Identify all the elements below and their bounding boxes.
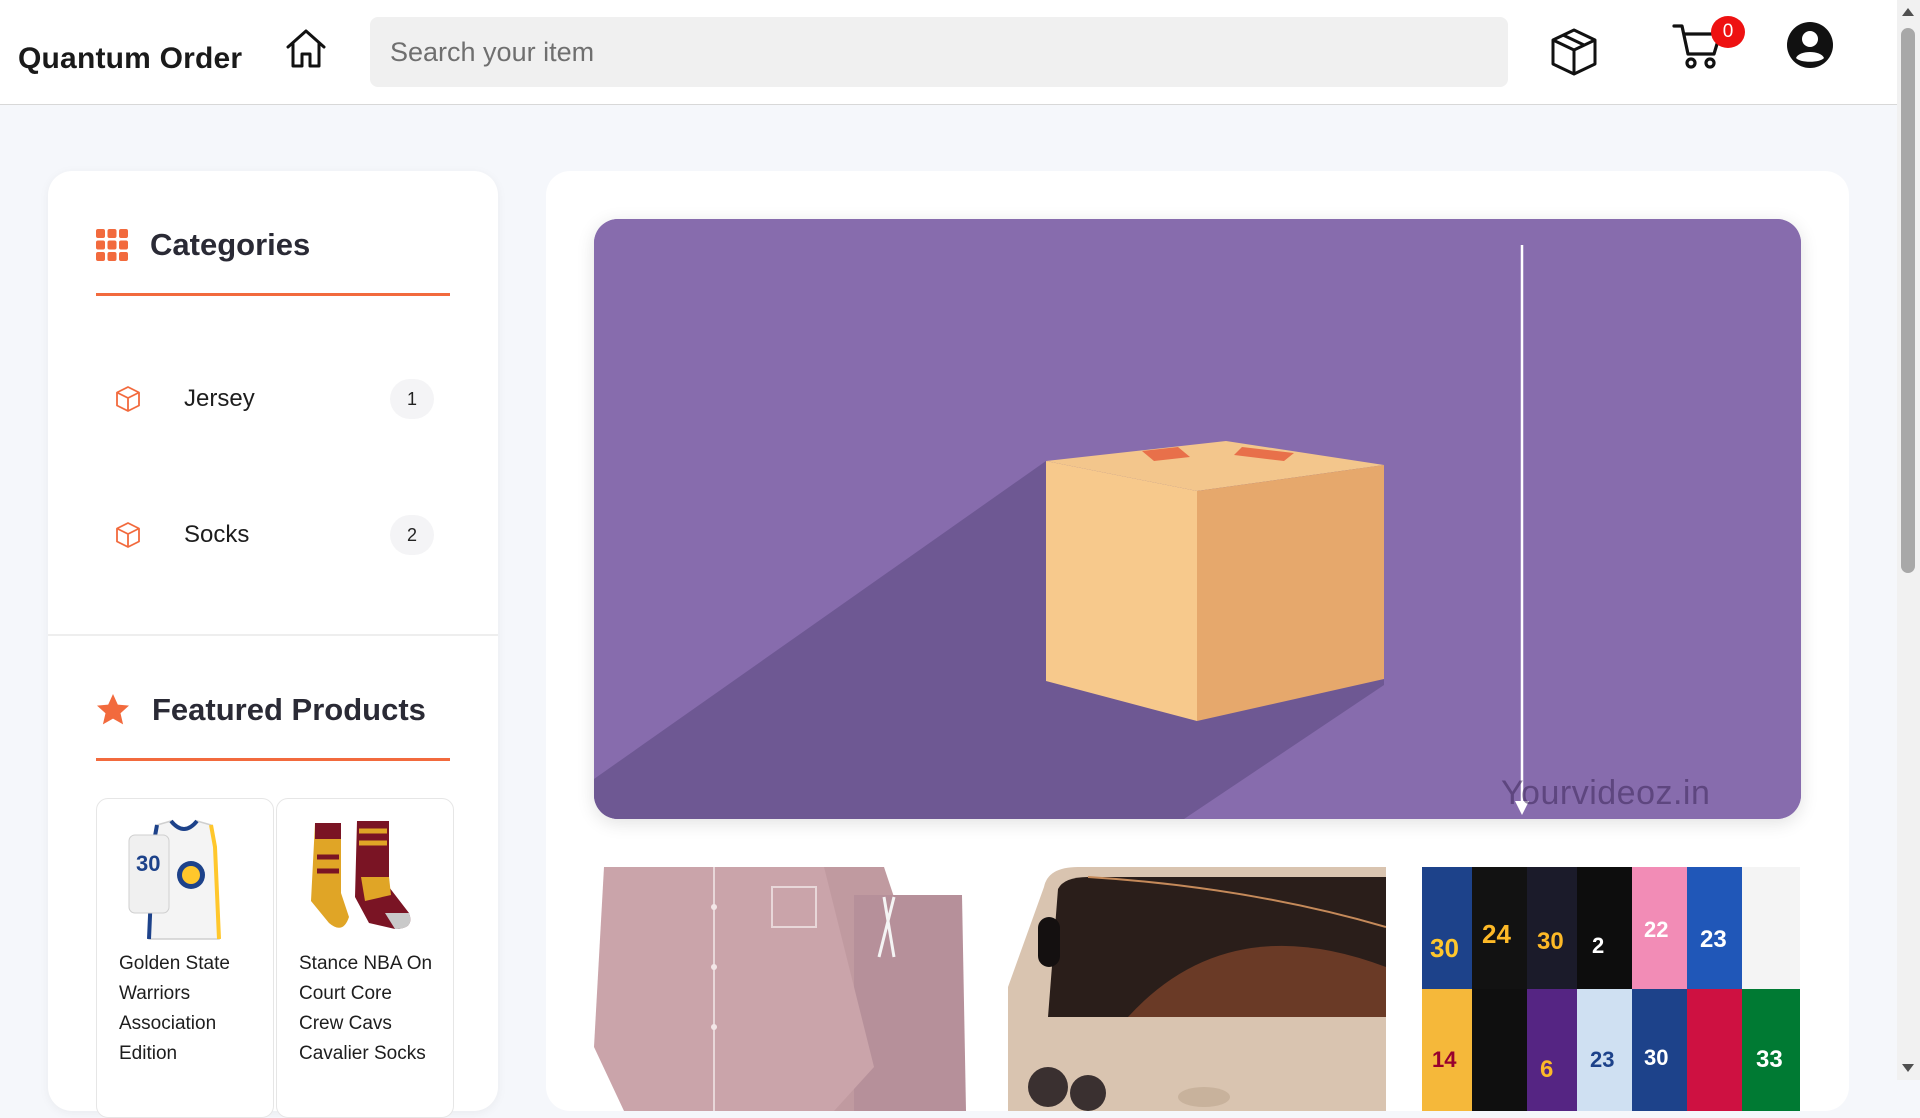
featured-underline [96,758,450,761]
jersey-product-image: 30 [128,819,221,940]
svg-text:30: 30 [1430,933,1459,963]
sidebar: Categories Jersey 1 Socks 2 Featured Pro… [48,171,498,1118]
svg-text:23: 23 [1590,1047,1614,1072]
top-navbar: Quantum Order 0 [0,0,1897,105]
home-icon [286,29,326,68]
category-count-badge: 1 [390,379,434,419]
svg-text:30: 30 [1537,928,1564,955]
banner-watermark: Yourvideoz.in [1501,774,1711,812]
featured-product-name: Golden State Warriors Association Editio… [119,953,230,1064]
sidebar-divider [48,634,498,636]
orders-button[interactable] [1546,24,1602,80]
star-icon [97,694,129,725]
profile-button[interactable] [1786,21,1834,69]
box-icon [1551,28,1597,76]
scroll-thumb[interactable] [1901,28,1915,573]
svg-text:22: 22 [1644,917,1668,942]
category-count-badge: 2 [390,515,434,555]
product-tile-phone[interactable] [1008,867,1386,1111]
featured-title: Featured Products [152,692,426,727]
featured-product-card-jersey[interactable]: 30 Golden State Warriors Association Edi… [96,798,274,1118]
box-illustration [594,219,1801,819]
categories-title: Categories [150,227,311,262]
cart-count-badge: 0 [1711,16,1745,48]
svg-text:6: 6 [1540,1056,1553,1083]
home-button[interactable] [282,24,330,72]
featured-header: Featured Products [96,692,426,728]
categories-header: Categories [96,227,310,263]
category-label: Socks [184,521,250,548]
scroll-down-arrow-icon[interactable] [1902,1064,1914,1072]
hero-banner[interactable]: Yourvideoz.in [594,219,1801,819]
svg-text:23: 23 [1700,926,1727,953]
jerseys-product-image: 30 24 30 2 22 23 14 6 23 30 33 [1422,867,1800,1111]
featured-product-name: Stance NBA On Court Core Crew Cavs Caval… [299,953,433,1064]
grid-icon [96,229,128,261]
svg-text:14: 14 [1432,1047,1457,1072]
categories-underline [96,293,450,296]
category-item-jersey[interactable]: Jersey 1 [114,371,434,427]
svg-text:24: 24 [1482,919,1511,949]
socks-product-image [311,821,411,929]
scroll-up-arrow-icon[interactable] [1902,8,1914,16]
box-icon [116,522,140,548]
svg-text:30: 30 [1644,1045,1668,1070]
svg-text:2: 2 [1592,933,1604,958]
main-panel: Yourvideoz.in 30 24 30 2 22 23 14 6 23 3… [546,171,1849,1111]
search-input[interactable] [370,17,1508,87]
category-item-socks[interactable]: Socks 2 [114,507,434,563]
pajamas-product-image [594,867,972,1111]
svg-text:33: 33 [1756,1046,1783,1073]
phone-product-image [1008,867,1386,1111]
category-label: Jersey [184,385,255,412]
product-tile-jerseys[interactable]: 30 24 30 2 22 23 14 6 23 30 33 [1422,867,1800,1111]
box-icon [116,386,140,412]
featured-product-card-socks[interactable]: Stance NBA On Court Core Crew Cavs Caval… [276,798,454,1118]
svg-text:30: 30 [136,851,160,876]
product-tile-pajamas[interactable] [594,867,972,1111]
user-icon [1787,22,1833,68]
brand-logo-text[interactable]: Quantum Order [18,42,242,76]
page-scrollbar[interactable] [1897,0,1920,1080]
cart-button[interactable]: 0 [1670,16,1745,80]
